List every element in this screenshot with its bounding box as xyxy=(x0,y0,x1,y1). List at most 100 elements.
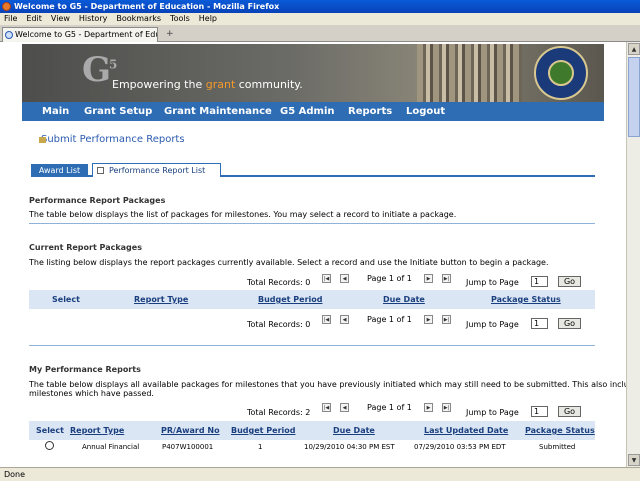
jump-input-mine[interactable]: 1 xyxy=(531,406,548,417)
col-select: Select xyxy=(52,295,80,304)
library-shelves-image xyxy=(417,44,522,102)
col-report-type[interactable]: Report Type xyxy=(70,421,124,440)
col-report-type[interactable]: Report Type xyxy=(134,290,188,309)
current-page-top: Page 1 of 1 xyxy=(367,274,412,283)
col-select: Select xyxy=(36,426,64,435)
nav-grant-maintenance[interactable]: Grant Maintenance xyxy=(164,102,272,121)
new-tab-button[interactable]: + xyxy=(166,29,174,39)
col-due-date[interactable]: Due Date xyxy=(333,421,375,440)
col-package-status[interactable]: Package Status xyxy=(525,421,595,440)
jump-label-mine: Jump to Page xyxy=(466,408,519,417)
first-page-icon[interactable]: |◀ xyxy=(322,274,331,283)
last-page-icon[interactable]: ▶| xyxy=(442,315,451,324)
mine-page: Page 1 of 1 xyxy=(367,403,412,412)
tab-performance-report-list[interactable]: Performance Report List xyxy=(92,163,221,177)
nav-g5-admin[interactable]: G5 Admin xyxy=(280,102,335,121)
next-page-icon[interactable]: ▶ xyxy=(424,274,433,283)
nav-main[interactable]: Main xyxy=(42,102,69,121)
mine-desc-line1: The table below displays all available p… xyxy=(29,380,626,389)
main-nav: Main Grant Setup Grant Maintenance G5 Ad… xyxy=(22,102,604,121)
page-content: G5 Empowering the grant community. Main … xyxy=(0,42,626,467)
packages-title: Performance Report Packages xyxy=(29,196,166,205)
window-title-bar: Welcome to G5 - Department of Education … xyxy=(0,0,640,13)
menu-help[interactable]: Help xyxy=(199,14,217,23)
cell-report-type: Annual Financial xyxy=(82,443,140,451)
menu-history[interactable]: History xyxy=(79,14,107,23)
content-tabs: Award List Performance Report List xyxy=(31,163,595,177)
cell-award-no: P407W100001 xyxy=(162,443,214,451)
scroll-up-icon[interactable]: ▲ xyxy=(628,43,640,55)
browser-tab[interactable]: Welcome to G5 - Department of Educ... xyxy=(2,27,158,42)
scroll-thumb[interactable] xyxy=(628,57,640,137)
current-table-header: Select Report Type Budget Period Due Dat… xyxy=(29,290,595,309)
tab-award-list[interactable]: Award List xyxy=(31,164,88,177)
last-page-icon[interactable]: ▶| xyxy=(442,403,451,412)
menu-bookmarks[interactable]: Bookmarks xyxy=(116,14,161,23)
col-package-status[interactable]: Package Status xyxy=(491,290,561,309)
next-page-icon[interactable]: ▶ xyxy=(424,315,433,324)
prev-page-icon[interactable]: ◀ xyxy=(340,403,349,412)
packages-desc: The table below displays the list of pac… xyxy=(29,210,457,219)
next-page-icon[interactable]: ▶ xyxy=(424,403,433,412)
window-title: Welcome to G5 - Department of Education … xyxy=(14,2,280,11)
mine-total: Total Records: 2 xyxy=(247,408,311,417)
current-page-bottom: Page 1 of 1 xyxy=(367,315,412,324)
status-text: Done xyxy=(4,470,26,479)
menu-bar: File Edit View History Bookmarks Tools Help xyxy=(0,13,640,25)
tagline: Empowering the grant community. xyxy=(112,78,303,91)
go-button-bottom[interactable]: Go xyxy=(558,318,581,329)
menu-view[interactable]: View xyxy=(51,14,70,23)
current-total-bottom: Total Records: 0 xyxy=(247,320,311,329)
page-title: Submit Performance Reports xyxy=(39,134,185,145)
bullet-icon xyxy=(39,137,46,143)
prev-page-icon[interactable]: ◀ xyxy=(340,274,349,283)
menu-file[interactable]: File xyxy=(4,14,17,23)
browser-tab-title: Welcome to G5 - Department of Educ... xyxy=(15,30,158,39)
mine-title: My Performance Reports xyxy=(29,365,141,374)
col-budget-period[interactable]: Budget Period xyxy=(258,290,322,309)
jump-input-bottom[interactable]: 1 xyxy=(531,318,548,329)
cell-budget-period: 1 xyxy=(258,443,263,451)
first-page-icon[interactable]: |◀ xyxy=(322,315,331,324)
current-total-top: Total Records: 0 xyxy=(247,278,311,287)
cell-status: Submitted xyxy=(539,443,576,451)
department-seal xyxy=(534,46,588,100)
mine-desc-line2: milestones which have passed. xyxy=(29,389,154,398)
col-budget-period[interactable]: Budget Period xyxy=(231,421,295,440)
table-row[interactable]: Annual Financial P407W100001 1 10/29/201… xyxy=(29,441,595,454)
status-bar: Done xyxy=(0,467,640,480)
banner: G5 Empowering the grant community. xyxy=(22,44,604,102)
divider xyxy=(29,223,595,224)
current-desc: The listing below displays the report pa… xyxy=(29,258,549,267)
firefox-icon xyxy=(2,2,11,11)
prev-page-icon[interactable]: ◀ xyxy=(340,315,349,324)
col-last-updated[interactable]: Last Updated Date xyxy=(424,421,508,440)
menu-edit[interactable]: Edit xyxy=(26,14,42,23)
browser-tab-strip: Welcome to G5 - Department of Educ... + xyxy=(0,25,640,42)
nav-reports[interactable]: Reports xyxy=(348,102,392,121)
row-select-radio[interactable] xyxy=(45,441,54,450)
cell-due-date: 10/29/2010 04:30 PM EST xyxy=(304,443,395,451)
divider xyxy=(29,345,595,346)
go-button-mine[interactable]: Go xyxy=(558,406,581,417)
go-button-top[interactable]: Go xyxy=(558,276,581,287)
menu-tools[interactable]: Tools xyxy=(170,14,190,23)
col-due-date[interactable]: Due Date xyxy=(383,290,425,309)
mine-table-header: Select Report Type PR/Award No Budget Pe… xyxy=(29,421,595,440)
jump-label-bottom: Jump to Page xyxy=(466,320,519,329)
globe-icon xyxy=(5,31,13,39)
nav-grant-setup[interactable]: Grant Setup xyxy=(84,102,152,121)
scroll-down-icon[interactable]: ▼ xyxy=(628,454,640,466)
first-page-icon[interactable]: |◀ xyxy=(322,403,331,412)
g5-logo: G5 xyxy=(82,50,118,90)
list-icon xyxy=(97,167,104,174)
vertical-scrollbar[interactable]: ▲ ▼ xyxy=(626,42,640,467)
nav-logout[interactable]: Logout xyxy=(406,102,445,121)
current-title: Current Report Packages xyxy=(29,243,142,252)
seal-tree-icon xyxy=(548,60,574,86)
jump-label-top: Jump to Page xyxy=(466,278,519,287)
col-award-no[interactable]: PR/Award No xyxy=(161,421,220,440)
jump-input-top[interactable]: 1 xyxy=(531,276,548,287)
last-page-icon[interactable]: ▶| xyxy=(442,274,451,283)
cell-last-updated: 07/29/2010 03:53 PM EDT xyxy=(414,443,506,451)
